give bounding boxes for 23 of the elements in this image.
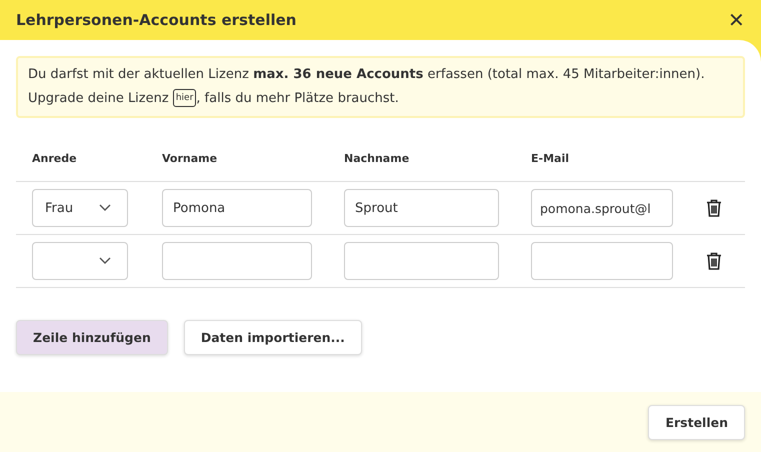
- upgrade-link[interactable]: hier: [172, 89, 196, 108]
- chevron-down-icon: [99, 257, 111, 265]
- import-button[interactable]: Daten importieren...: [184, 320, 362, 355]
- last-name-field[interactable]: Sprout: [344, 189, 499, 227]
- salutation-dropdown[interactable]: [32, 242, 128, 280]
- dialog-title: Lehrpersonen-Accounts erstellen: [16, 11, 296, 29]
- trash-icon[interactable]: [706, 252, 722, 270]
- email-field[interactable]: pomona.sprout@l: [531, 189, 673, 227]
- trash-icon[interactable]: [706, 199, 722, 217]
- first-name-field[interactable]: [162, 242, 312, 280]
- close-button[interactable]: ✕: [728, 8, 745, 32]
- email-field[interactable]: [531, 242, 673, 280]
- create-button[interactable]: Erstellen: [648, 404, 745, 440]
- add-row-button[interactable]: Zeile hinzufügen: [16, 320, 168, 355]
- salutation-dropdown[interactable]: Frau: [32, 189, 128, 227]
- column-header: E-Mail: [531, 152, 570, 165]
- chevron-down-icon: [99, 204, 111, 212]
- column-header: Nachname: [344, 152, 410, 165]
- last-name-field[interactable]: [344, 242, 499, 280]
- license-notice: Du darfst mit der aktuellen Lizenz max. 36 neue Accounts erfassen (total max. 45 Mitarbeiter:innen). Upgrade deine Lizenz hier , falls du mehr Plätze brauchst.: [16, 56, 745, 118]
- column-header: Anrede: [32, 152, 78, 165]
- column-header: Vorname: [162, 152, 218, 165]
- first-name-field[interactable]: Pomona: [162, 189, 312, 227]
